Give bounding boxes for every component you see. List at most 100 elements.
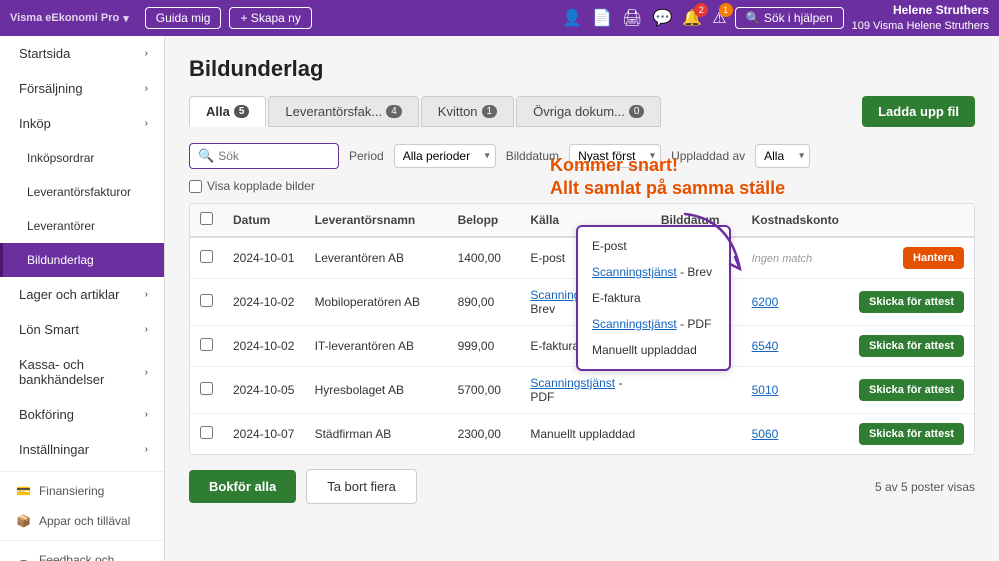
search-help-button[interactable]: 🔍 Sök i hjälpen — [735, 7, 844, 29]
sidebar-item-leverantorsfakturor[interactable]: Leverantörsfakturor — [0, 175, 164, 209]
sidebar-item-leverantorer[interactable]: Leverantörer — [0, 209, 164, 243]
sidebar-item-appar[interactable]: 📦 Appar och tilläval — [0, 506, 164, 536]
brand-logo[interactable]: Visma eEkonomi Pro ▾ — [10, 12, 129, 25]
row-check[interactable] — [190, 367, 223, 414]
row-konto: 6540 — [742, 326, 849, 367]
th-belopp: Belopp — [448, 204, 521, 237]
brand-name: Visma eEkonomi Pro — [10, 12, 119, 24]
alla-select-wrapper: Alla — [755, 144, 810, 168]
skicka-attest-button[interactable]: Skicka för attest — [859, 423, 964, 445]
th-datum: Datum — [223, 204, 305, 237]
chevron-right-icon: › — [145, 324, 148, 335]
sidebar-item-finansiering[interactable]: 💳 Finansiering — [0, 476, 164, 506]
row-leverantor: IT-leverantören AB — [305, 326, 448, 367]
chevron-right-icon: › — [145, 83, 148, 94]
poster-count: 5 av 5 poster visas — [875, 480, 975, 494]
row-leverantor: Leverantören AB — [305, 237, 448, 279]
row-action: Skicka för attest — [849, 367, 974, 414]
document-icon[interactable]: 📄 — [592, 8, 612, 28]
row-bilddatum — [651, 414, 742, 455]
people-icon[interactable]: 👤 — [562, 8, 582, 28]
row-check[interactable] — [190, 237, 223, 279]
sidebar-label: Inköp — [19, 116, 51, 131]
nav-icons-group: 👤 📄 🖨 💬 🔔2 ⚠1 — [562, 8, 726, 28]
sidebar-item-forsaljning[interactable]: Försäljning › — [0, 71, 164, 106]
popup-row: Scanningstjänst - Brev — [578, 259, 729, 285]
nyast-forst-select[interactable]: Nyast först — [569, 144, 661, 168]
sidebar-item-startsida[interactable]: Startsida › — [0, 36, 164, 71]
sidebar-item-kassa[interactable]: Kassa- och bankhändelser › — [0, 347, 164, 397]
page-title: Bildunderlag — [189, 56, 975, 82]
row-check[interactable] — [190, 279, 223, 326]
konto-link[interactable]: 6200 — [752, 295, 779, 309]
notification-icon[interactable]: 🔔2 — [682, 8, 702, 28]
visa-kopplade-checkbox[interactable] — [189, 180, 202, 193]
filters-bar: 🔍 Period Alla perioder Bilddatum Nyast f… — [189, 143, 975, 169]
uppladdad-av-select[interactable]: Alla — [755, 144, 810, 168]
konto-link[interactable]: 6540 — [752, 339, 779, 353]
row-leverantor: Mobiloperatören AB — [305, 279, 448, 326]
chevron-right-icon: › — [145, 444, 148, 455]
app-layout: Startsida › Försäljning › Inköp › Inköps… — [0, 36, 999, 561]
chevron-right-icon: › — [145, 367, 148, 378]
konto-link[interactable]: 5060 — [752, 427, 779, 441]
kalla-link[interactable]: Scanningstjänst — [530, 376, 615, 390]
sidebar-item-lager[interactable]: Lager och artiklar › — [0, 277, 164, 312]
notification-badge: 2 — [694, 3, 708, 17]
period-select[interactable]: Alla perioder — [394, 144, 496, 168]
sidebar-item-lon[interactable]: Lön Smart › — [0, 312, 164, 347]
warning-icon[interactable]: ⚠1 — [712, 8, 726, 28]
ta-bort-fiera-button[interactable]: Ta bort fiera — [306, 469, 417, 504]
sidebar-item-bokforing[interactable]: Bokföring › — [0, 397, 164, 432]
main-content: Bildunderlag Alla 5 Leverantörsfak... 4 … — [165, 36, 999, 561]
tab-label: Övriga dokum... — [533, 104, 625, 119]
row-datum: 2024-10-02 — [223, 279, 305, 326]
guida-mig-button[interactable]: Guida mig — [145, 7, 222, 29]
search-input[interactable] — [218, 149, 330, 163]
th-check — [190, 204, 223, 237]
row-kalla: Scanningstjänst - PDF — [520, 367, 650, 414]
sidebar-item-bildunderlag[interactable]: Bildunderlag — [0, 243, 164, 277]
row-action: Skicka för attest — [849, 414, 974, 455]
konto-link[interactable]: 5010 — [752, 383, 779, 397]
tabs-bar: Alla 5 Leverantörsfak... 4 Kvitton 1 Övr… — [189, 96, 975, 127]
tab-kvitton[interactable]: Kvitton 1 — [421, 96, 514, 127]
chat-icon[interactable]: 💬 — [652, 8, 672, 28]
popup-link[interactable]: Scanningstjänst — [592, 317, 677, 331]
tab-alla[interactable]: Alla 5 — [189, 96, 266, 127]
sidebar-label: Lön Smart — [19, 322, 79, 337]
sidebar-item-feedback[interactable]: 💬 Feedback och förslag — [0, 545, 164, 561]
user-subtitle: 109 Visma Helene Struthers — [852, 19, 989, 33]
ingen-match-label: Ingen match — [752, 253, 813, 265]
bokfor-alla-button[interactable]: Bokför alla — [189, 470, 296, 503]
row-konto: Ingen match — [742, 237, 849, 279]
tab-leverantorsfak[interactable]: Leverantörsfak... 4 — [268, 96, 418, 127]
sidebar-divider-2 — [0, 540, 164, 541]
skicka-attest-button[interactable]: Skicka för attest — [859, 291, 964, 313]
sidebar-label: Försäljning — [19, 81, 83, 96]
popup-link[interactable]: Scanningstjänst — [592, 265, 677, 279]
sidebar-item-inkopsordrar[interactable]: Inköpsordrar — [0, 141, 164, 175]
row-check[interactable] — [190, 414, 223, 455]
sidebar-item-inkop[interactable]: Inköp › — [0, 106, 164, 141]
sidebar-item-installningar[interactable]: Inställningar › — [0, 432, 164, 467]
row-belopp: 2300,00 — [448, 414, 521, 455]
select-all-checkbox[interactable] — [200, 212, 213, 225]
search-icon: 🔍 — [198, 148, 214, 164]
table-row: 2024-10-07 Städfirman AB 2300,00 Manuell… — [190, 414, 974, 455]
sidebar-label: Inställningar — [19, 442, 89, 457]
warning-badge: 1 — [719, 3, 733, 17]
kalla-popup: E-post Scanningstjänst - Brev E-faktura … — [576, 225, 731, 371]
popup-row: Manuellt uppladdad — [578, 337, 729, 363]
sidebar-label: Finansiering — [39, 484, 104, 498]
hantera-button[interactable]: Hantera — [903, 247, 964, 269]
print-icon[interactable]: 🖨 — [622, 8, 642, 28]
skicka-attest-button[interactable]: Skicka för attest — [859, 379, 964, 401]
chevron-right-icon: › — [145, 48, 148, 59]
skapa-ny-button[interactable]: + Skapa ny — [229, 7, 311, 29]
upload-button[interactable]: Ladda upp fil — [862, 96, 975, 127]
search-box[interactable]: 🔍 — [189, 143, 339, 169]
tab-ovriga[interactable]: Övriga dokum... 0 — [516, 96, 661, 127]
row-check[interactable] — [190, 326, 223, 367]
skicka-attest-button[interactable]: Skicka för attest — [859, 335, 964, 357]
